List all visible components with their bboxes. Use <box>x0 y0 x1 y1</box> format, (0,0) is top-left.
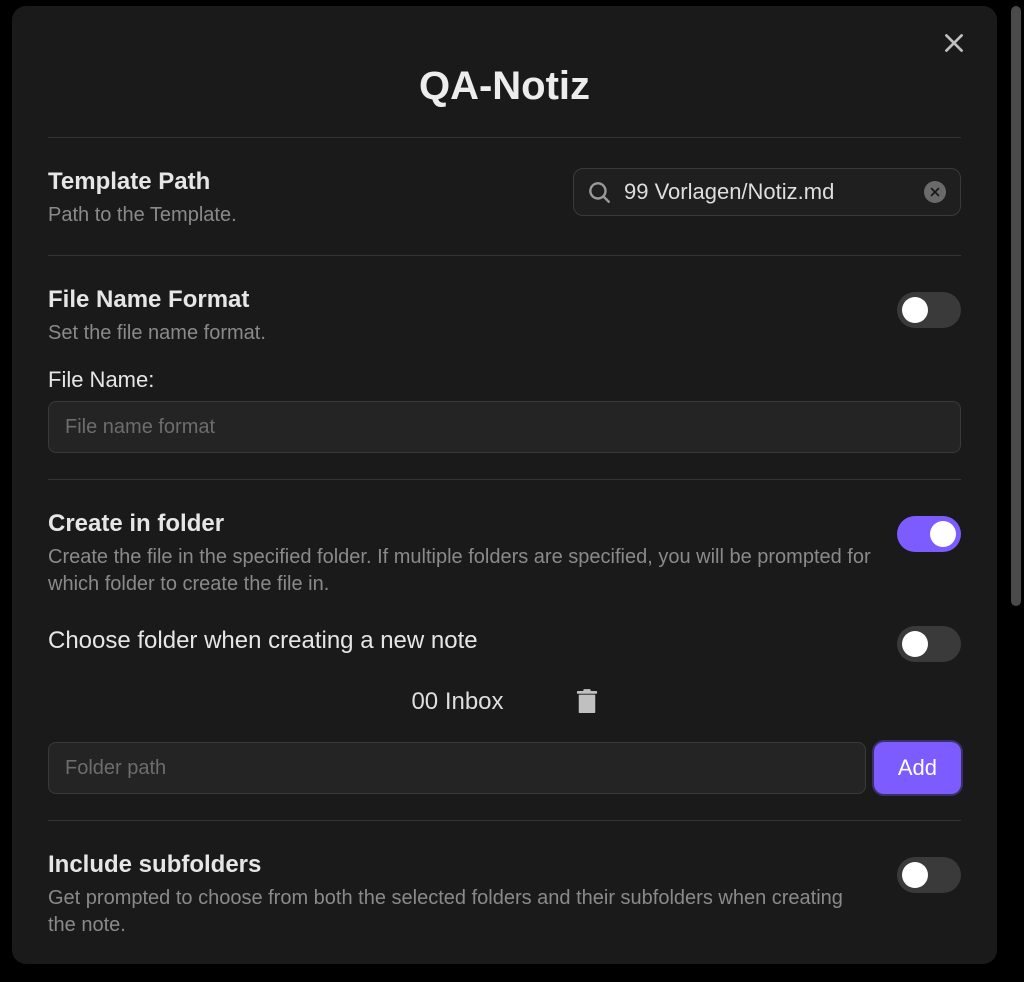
create-in-folder-desc: Create the file in the specified folder.… <box>48 544 873 598</box>
file-name-format-toggle[interactable] <box>897 292 961 328</box>
template-path-desc: Path to the Template. <box>48 202 549 229</box>
folder-input-row: Add <box>48 742 961 794</box>
section-template-path: Template Path Path to the Template. <box>48 138 961 256</box>
file-name-label: File Name: <box>48 367 961 393</box>
clear-icon[interactable] <box>924 181 946 203</box>
template-path-input-wrapper <box>573 168 961 216</box>
include-subfolders-toggle[interactable] <box>897 857 961 893</box>
template-path-input[interactable] <box>624 179 912 205</box>
add-button[interactable]: Add <box>874 742 961 794</box>
include-subfolders-desc: Get prompted to choose from both the sel… <box>48 885 873 939</box>
section-file-name-format: File Name Format Set the file name forma… <box>48 256 961 480</box>
trash-icon[interactable] <box>576 689 598 715</box>
choose-folder-row: Choose folder when creating a new note <box>48 620 961 662</box>
file-name-input[interactable] <box>48 401 961 453</box>
folder-name-label: 00 Inbox <box>411 688 503 716</box>
search-icon <box>586 179 612 205</box>
folder-entry: 00 Inbox <box>48 688 961 716</box>
choose-folder-toggle[interactable] <box>897 626 961 662</box>
settings-modal: QA-Notiz Template Path Path to the Templ… <box>12 6 997 964</box>
section-include-subfolders: Include subfolders Get prompted to choos… <box>48 821 961 964</box>
file-name-format-desc: Set the file name format. <box>48 320 873 347</box>
template-path-title: Template Path <box>48 168 549 196</box>
modal-title: QA-Notiz <box>48 64 961 109</box>
scrollbar-thumb[interactable] <box>1011 6 1021 606</box>
close-icon[interactable] <box>941 30 967 56</box>
create-in-folder-title: Create in folder <box>48 510 873 538</box>
create-in-folder-toggle[interactable] <box>897 516 961 552</box>
include-subfolders-title: Include subfolders <box>48 851 873 879</box>
file-name-format-title: File Name Format <box>48 286 873 314</box>
section-create-in-folder: Create in folder Create the file in the … <box>48 480 961 821</box>
folder-path-input[interactable] <box>48 742 866 794</box>
choose-folder-title: Choose folder when creating a new note <box>48 627 478 655</box>
